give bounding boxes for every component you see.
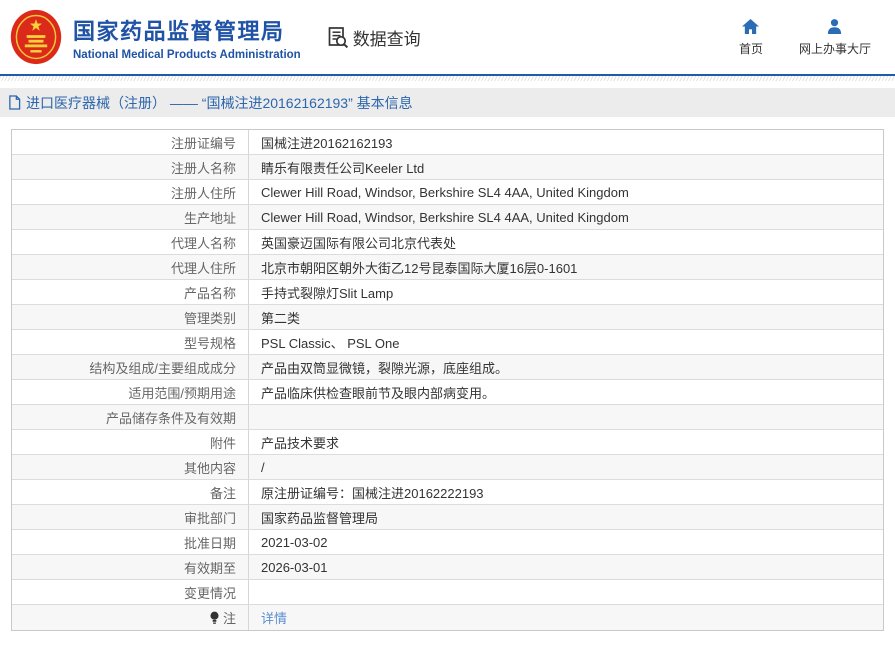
field-label: 管理类别 (12, 305, 249, 329)
lightbulb-icon (209, 611, 220, 625)
field-value: 产品临床供检查眼前节及眼内部病变用。 (249, 380, 883, 404)
nav-home-label: 首页 (739, 40, 763, 57)
field-value: 2026-03-01 (249, 555, 883, 579)
field-label: 生产地址 (12, 205, 249, 229)
field-value: 手持式裂隙灯Slit Lamp (249, 280, 883, 304)
nav-data-query-label: 数据查询 (353, 25, 421, 50)
nav-service-hall-label: 网上办事大厅 (799, 40, 871, 57)
table-row: 结构及组成/主要组成成分产品由双筒显微镜，裂隙光源，底座组成。 (12, 355, 883, 380)
field-value (249, 405, 883, 429)
table-row: 代理人住所北京市朝阳区朝外大街乙12号昆泰国际大厦16层0-1601 (12, 255, 883, 280)
table-row: 注册人住所Clewer Hill Road, Windsor, Berkshir… (12, 180, 883, 205)
table-row: 注 详情 (12, 605, 883, 630)
field-value: / (249, 455, 883, 479)
home-icon (741, 18, 760, 35)
table-row: 批准日期2021-03-02 (12, 530, 883, 555)
national-emblem-icon (8, 7, 64, 67)
field-label: 变更情况 (12, 580, 249, 604)
table-row: 管理类别第二类 (12, 305, 883, 330)
field-value: 原注册证编号：国械注进20162222193 (249, 480, 883, 504)
header-divider-hatch (0, 76, 895, 81)
table-row: 有效期至2026-03-01 (12, 555, 883, 580)
breadcrumb-text: 进口医疗器械（注册） —— “国械注进20162162193” 基本信息 (26, 93, 413, 113)
field-label: 适用范围/预期用途 (12, 380, 249, 404)
field-label: 产品名称 (12, 280, 249, 304)
field-label: 注册人住所 (12, 180, 249, 204)
site-header: 国家药品监督管理局 National Medical Products Admi… (0, 0, 895, 74)
field-label: 附件 (12, 430, 249, 454)
field-value: Clewer Hill Road, Windsor, Berkshire SL4… (249, 205, 883, 229)
details-link[interactable]: 详情 (261, 608, 287, 627)
field-value: 详情 (249, 605, 883, 630)
nav-home[interactable]: 首页 (739, 18, 763, 57)
field-value: 北京市朝阳区朝外大街乙12号昆泰国际大厦16层0-1601 (249, 255, 883, 279)
org-name-en: National Medical Products Administration (73, 49, 301, 61)
field-label: 代理人名称 (12, 230, 249, 254)
nav-service-hall[interactable]: 网上办事大厅 (799, 18, 871, 57)
table-row: 注册证编号国械注进20162162193 (12, 130, 883, 155)
field-value: 英国豪迈国际有限公司北京代表处 (249, 230, 883, 254)
site-logo: 国家药品监督管理局 National Medical Products Admi… (8, 7, 301, 67)
field-value: 国械注进20162162193 (249, 130, 883, 154)
field-value (249, 580, 883, 604)
field-value: 国家药品监督管理局 (249, 505, 883, 529)
user-icon (825, 18, 844, 35)
field-label: 代理人住所 (12, 255, 249, 279)
field-label: 批准日期 (12, 530, 249, 554)
table-row: 备注原注册证编号：国械注进20162222193 (12, 480, 883, 505)
field-label: 其他内容 (12, 455, 249, 479)
table-row: 产品名称手持式裂隙灯Slit Lamp (12, 280, 883, 305)
table-row: 型号规格PSL Classic、 PSL One (12, 330, 883, 355)
field-label: 注册证编号 (12, 130, 249, 154)
field-label: 审批部门 (12, 505, 249, 529)
field-value: 产品技术要求 (249, 430, 883, 454)
breadcrumb-bar: 进口医疗器械（注册） —— “国械注进20162162193” 基本信息 (0, 88, 895, 117)
table-row: 审批部门国家药品监督管理局 (12, 505, 883, 530)
field-value: 产品由双筒显微镜，裂隙光源，底座组成。 (249, 355, 883, 379)
table-row: 适用范围/预期用途产品临床供检查眼前节及眼内部病变用。 (12, 380, 883, 405)
document-search-icon (327, 26, 350, 49)
table-row: 变更情况 (12, 580, 883, 605)
nav-data-query[interactable]: 数据查询 (327, 25, 421, 50)
table-row: 其他内容/ (12, 455, 883, 480)
table-row: 附件产品技术要求 (12, 430, 883, 455)
field-value: 第二类 (249, 305, 883, 329)
header-nav: 首页 网上办事大厅 (739, 18, 871, 57)
field-value: 睛乐有限责任公司Keeler Ltd (249, 155, 883, 179)
field-label: 注 (12, 605, 249, 630)
field-label: 有效期至 (12, 555, 249, 579)
field-label-text: 注 (223, 608, 236, 627)
field-label: 注册人名称 (12, 155, 249, 179)
table-row: 代理人名称英国豪迈国际有限公司北京代表处 (12, 230, 883, 255)
field-label: 备注 (12, 480, 249, 504)
registration-info-table: 注册证编号国械注进20162162193 注册人名称睛乐有限责任公司Keeler… (11, 129, 884, 631)
field-value: Clewer Hill Road, Windsor, Berkshire SL4… (249, 180, 883, 204)
breadcrumb: 进口医疗器械（注册） —— “国械注进20162162193” 基本信息 (8, 93, 413, 113)
org-name-zh: 国家药品监督管理局 (73, 14, 301, 46)
field-value: PSL Classic、 PSL One (249, 330, 883, 354)
table-row: 注册人名称睛乐有限责任公司Keeler Ltd (12, 155, 883, 180)
table-row: 生产地址Clewer Hill Road, Windsor, Berkshire… (12, 205, 883, 230)
field-value: 2021-03-02 (249, 530, 883, 554)
field-label: 型号规格 (12, 330, 249, 354)
field-label: 产品储存条件及有效期 (12, 405, 249, 429)
field-label: 结构及组成/主要组成成分 (12, 355, 249, 379)
table-row: 产品储存条件及有效期 (12, 405, 883, 430)
document-icon (8, 95, 21, 110)
